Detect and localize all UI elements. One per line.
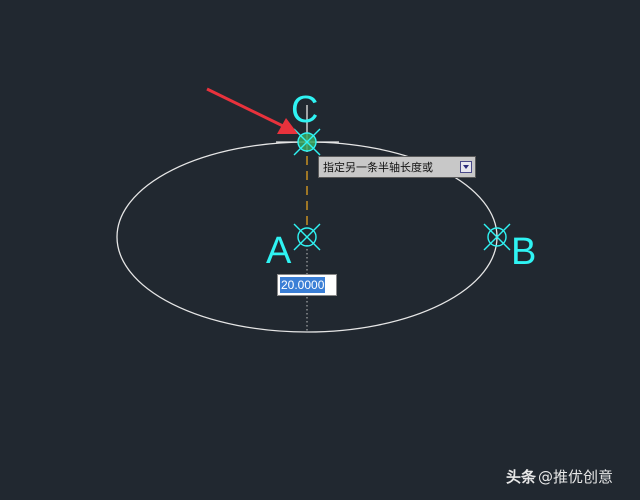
point-label-a: A — [266, 230, 292, 272]
dynamic-input-field[interactable]: 20.0000 — [277, 274, 337, 296]
annotation-arrow-icon — [206, 87, 298, 134]
dynamic-input-value[interactable]: 20.0000 — [280, 277, 326, 293]
snap-marker-b-icon — [483, 223, 511, 251]
snap-marker-c-icon — [293, 128, 321, 156]
point-label-c: C — [291, 89, 319, 131]
point-label-b: B — [511, 231, 537, 273]
watermark-handle: @推优创意 — [538, 468, 614, 486]
drawing-layer — [116, 87, 511, 333]
command-prompt-tooltip: 指定另一条半轴长度或 — [318, 156, 476, 178]
watermark: 头条 @推优创意 — [506, 466, 613, 487]
watermark-brand: 头条 — [506, 468, 537, 486]
command-prompt-text: 指定另一条半轴长度或 — [323, 161, 433, 174]
snap-marker-a-icon — [293, 223, 321, 251]
dropdown-arrow-icon[interactable] — [460, 161, 472, 173]
cad-drawing-canvas[interactable]: C A B 指定另一条半轴长度或 20.0000 头条 @推优创意 — [0, 0, 640, 500]
